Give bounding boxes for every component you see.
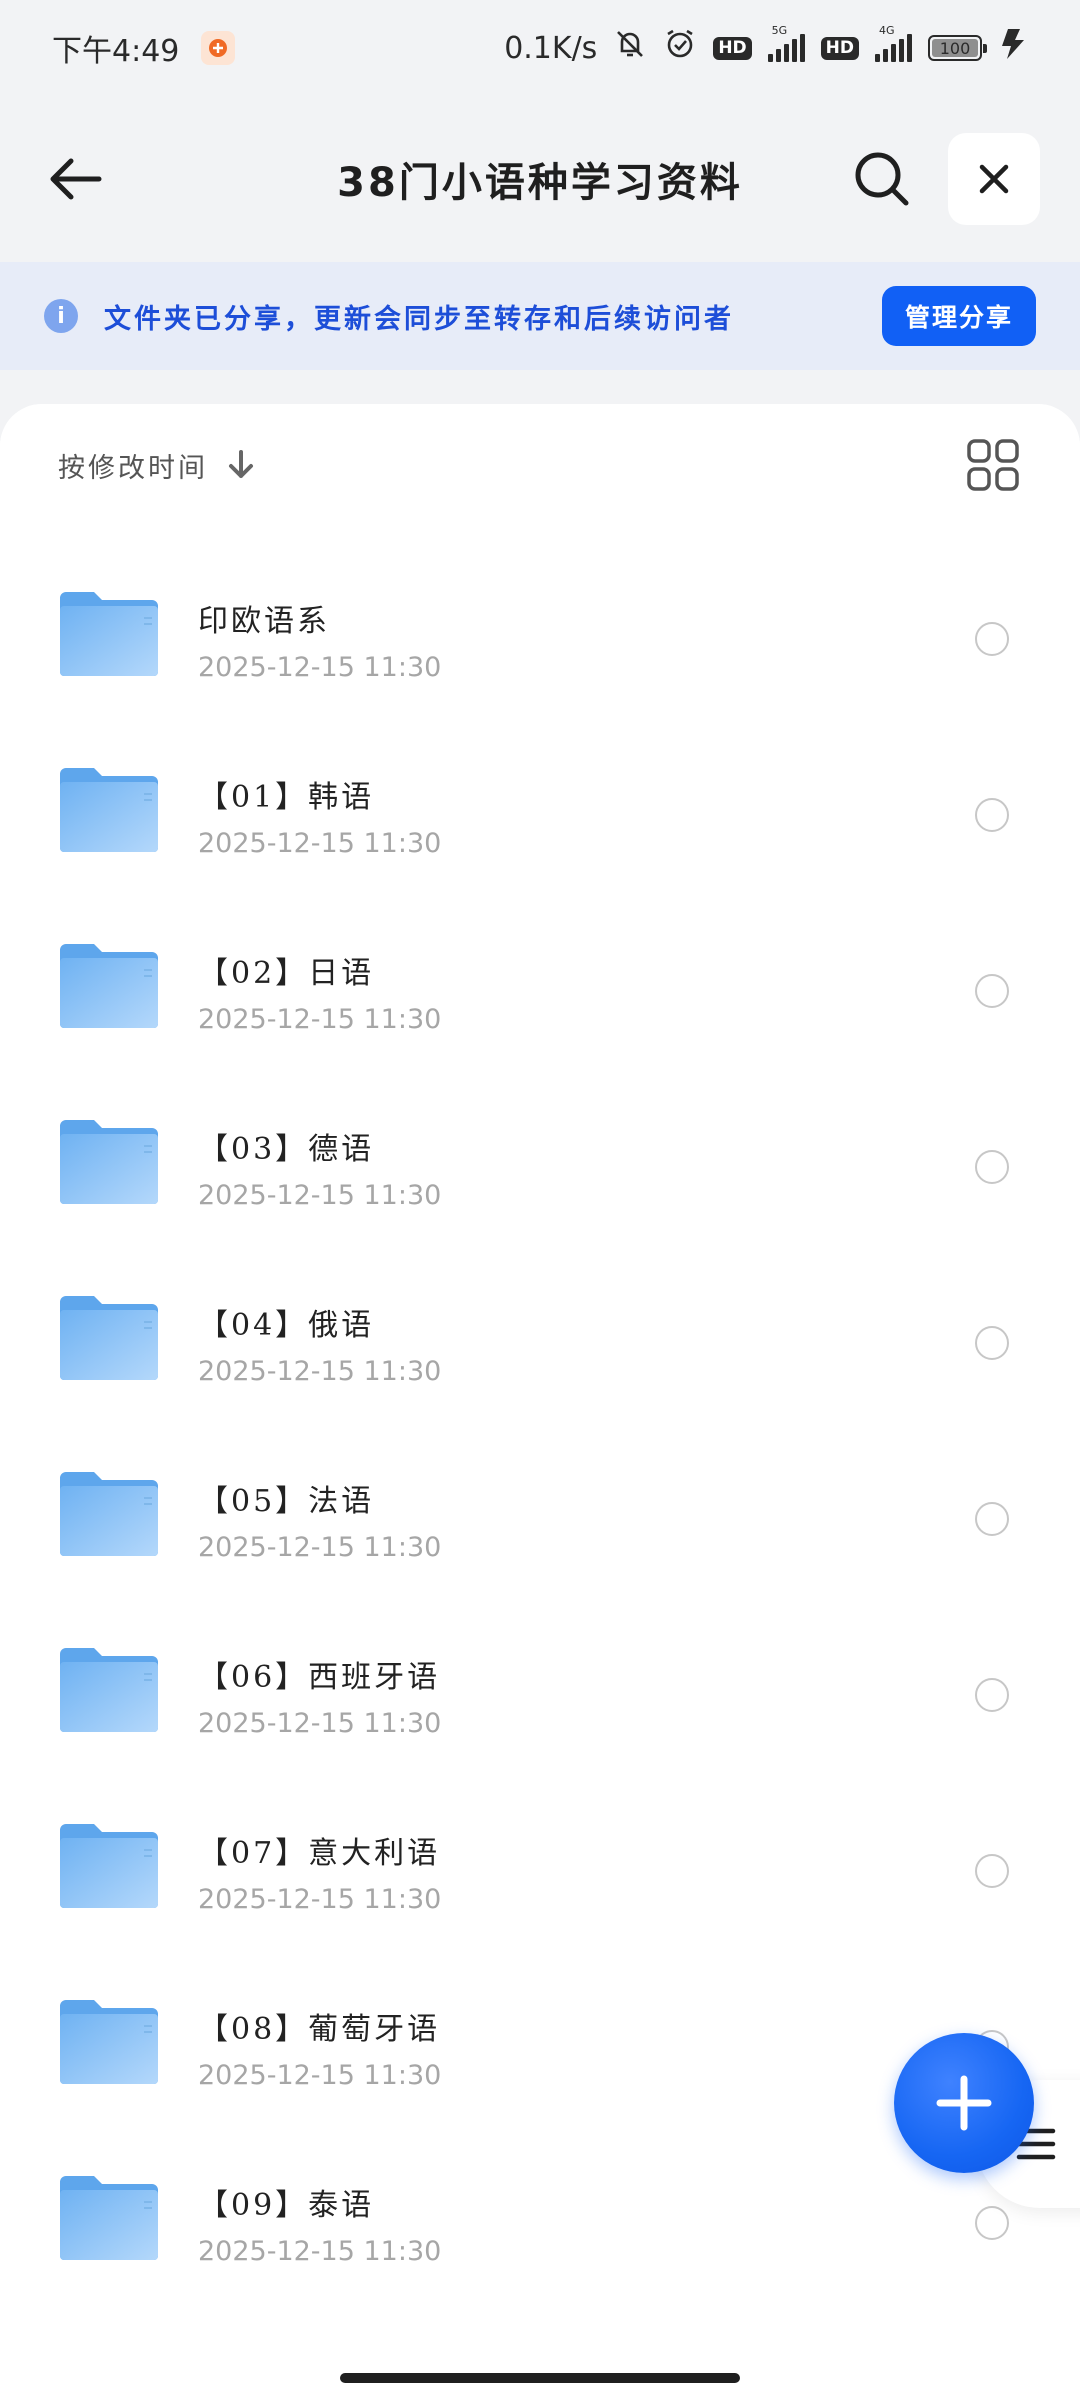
status-time: 下午4:49 <box>52 34 180 69</box>
folder-name: 印欧语系 <box>198 604 330 639</box>
folder-icon <box>58 1464 160 1558</box>
select-checkbox[interactable] <box>975 1678 1009 1712</box>
signal-4g-icon: 4G <box>875 24 912 62</box>
folder-row[interactable]: 【07】意大利语 2025-12-15 11:30 <box>0 1804 1080 1980</box>
folder-modified-date: 2025-12-15 11:30 <box>198 1708 442 1739</box>
folder-name: 【03】德语 <box>198 1132 375 1167</box>
info-icon: i <box>44 299 78 333</box>
title-bar: 38门小语种学习资料 <box>0 96 1080 262</box>
sort-label[interactable]: 按修改时间 <box>58 446 208 485</box>
folder-icon <box>58 1288 160 1382</box>
select-checkbox[interactable] <box>975 622 1009 656</box>
sort-bar: 按修改时间 <box>0 404 1080 526</box>
folder-modified-date: 2025-12-15 11:30 <box>198 1356 442 1387</box>
folder-modified-date: 2025-12-15 11:30 <box>198 2236 442 2267</box>
select-checkbox[interactable] <box>975 1854 1009 1888</box>
status-bar: 下午4:49 0.1K/s HD 5G HD 4G 100 <box>0 0 1080 96</box>
folder-modified-date: 2025-12-15 11:30 <box>198 1004 442 1035</box>
folder-icon <box>58 584 160 678</box>
title-actions <box>842 133 1040 225</box>
search-button[interactable] <box>842 139 922 219</box>
battery-icon: 100 <box>928 35 987 61</box>
signal-5g-icon: 5G <box>767 24 805 62</box>
folder-name: 【01】韩语 <box>198 780 375 815</box>
folder-icon <box>58 1816 160 1910</box>
folder-name: 【06】西班牙语 <box>198 1660 441 1695</box>
status-right: 0.1K/s HD 5G HD 4G 100 <box>504 24 1028 69</box>
add-button[interactable] <box>894 2033 1034 2173</box>
folder-row[interactable]: 【03】德语 2025-12-15 11:30 <box>0 1100 1080 1276</box>
folder-row[interactable]: 【02】日语 2025-12-15 11:30 <box>0 924 1080 1100</box>
folder-modified-date: 2025-12-15 11:30 <box>198 1884 442 1915</box>
folder-name: 【05】法语 <box>198 1484 375 1519</box>
app-notification-icon <box>201 31 236 65</box>
folder-icon <box>58 760 160 854</box>
folder-name: 【09】泰语 <box>198 2188 375 2223</box>
select-checkbox[interactable] <box>975 2206 1009 2240</box>
folder-icon <box>58 1112 160 1206</box>
folder-name: 【04】俄语 <box>198 1308 375 1343</box>
close-button[interactable] <box>948 133 1040 225</box>
charging-icon <box>998 27 1028 69</box>
arrow-left-icon <box>50 158 102 200</box>
share-banner: i 文件夹已分享，更新会同步至转存和后续访问者 管理分享 <box>0 262 1080 370</box>
folder-row[interactable]: 【04】俄语 2025-12-15 11:30 <box>0 1276 1080 1452</box>
folder-name: 【07】意大利语 <box>198 1836 441 1871</box>
grid-view-icon[interactable] <box>964 436 1022 494</box>
folder-icon <box>58 2168 160 2262</box>
folder-modified-date: 2025-12-15 11:30 <box>198 1180 442 1211</box>
back-button[interactable] <box>40 144 110 214</box>
folder-row[interactable]: 【01】韩语 2025-12-15 11:30 <box>0 748 1080 924</box>
hd-icon: HD <box>713 36 752 60</box>
folder-modified-date: 2025-12-15 11:30 <box>198 652 442 683</box>
folder-name: 【08】葡萄牙语 <box>198 2012 441 2047</box>
plus-icon <box>936 2075 992 2131</box>
arrow-down-icon[interactable] <box>226 449 256 481</box>
status-left: 下午4:49 <box>52 26 236 70</box>
select-checkbox[interactable] <box>975 974 1009 1008</box>
home-indicator[interactable] <box>340 2373 740 2383</box>
close-icon <box>979 164 1009 194</box>
screen: 下午4:49 0.1K/s HD 5G HD 4G 100 38门小语种学习资料… <box>0 0 1080 2400</box>
folder-row[interactable]: 【05】法语 2025-12-15 11:30 <box>0 1452 1080 1628</box>
folder-name: 【02】日语 <box>198 956 375 991</box>
search-icon <box>855 152 909 206</box>
select-checkbox[interactable] <box>975 1502 1009 1536</box>
folder-icon <box>58 936 160 1030</box>
select-checkbox[interactable] <box>975 1326 1009 1360</box>
folder-modified-date: 2025-12-15 11:30 <box>198 828 442 859</box>
bell-muted-icon <box>613 27 647 69</box>
net-speed: 0.1K/s <box>504 30 598 66</box>
select-checkbox[interactable] <box>975 798 1009 832</box>
manage-share-button[interactable]: 管理分享 <box>882 286 1036 346</box>
folder-modified-date: 2025-12-15 11:30 <box>198 1532 442 1563</box>
alarm-icon <box>663 27 697 69</box>
folder-icon <box>58 1640 160 1734</box>
folder-modified-date: 2025-12-15 11:30 <box>198 2060 442 2091</box>
folder-row[interactable]: 印欧语系 2025-12-15 11:30 <box>0 572 1080 748</box>
folder-icon <box>58 1992 160 2086</box>
select-checkbox[interactable] <box>975 1150 1009 1184</box>
hd-icon: HD <box>820 36 859 60</box>
share-message: 文件夹已分享，更新会同步至转存和后续访问者 <box>104 303 734 335</box>
folder-row[interactable]: 【06】西班牙语 2025-12-15 11:30 <box>0 1628 1080 1804</box>
folder-row[interactable]: 【09】泰语 2025-12-15 11:30 <box>0 2156 1080 2332</box>
